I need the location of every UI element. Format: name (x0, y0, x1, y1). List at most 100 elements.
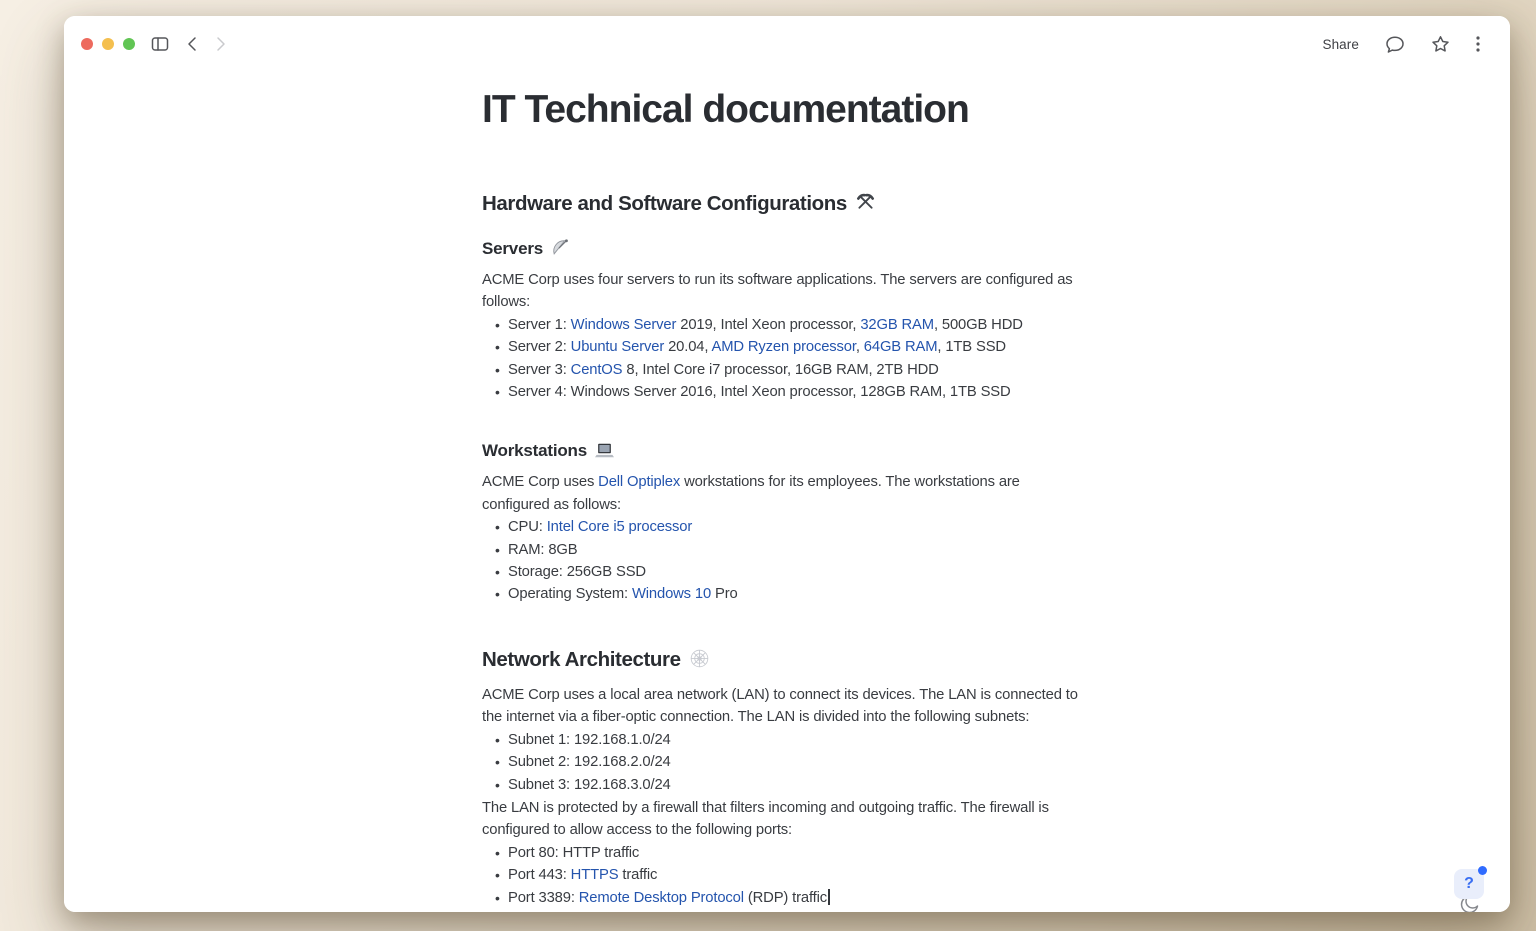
list-item: Server 4: Windows Server 2016, Intel Xeo… (482, 381, 1510, 403)
inline-text: Port 3389: (508, 890, 579, 906)
app-window: Share IT Technical documentation Hardwar… (64, 16, 1510, 912)
inline-link[interactable]: HTTPS (571, 867, 619, 883)
help-button-label: ? (1464, 875, 1474, 893)
zoom-button[interactable] (123, 38, 135, 50)
inline-text: Pro (711, 586, 738, 602)
traffic-lights (81, 38, 135, 50)
inline-text: Server 2: (508, 339, 571, 355)
hammer-and-pick-emoji (855, 192, 876, 220)
workstations-list: CPU: Intel Core i5 processor RAM: 8GB St… (482, 516, 1510, 606)
satellite-antenna-emoji (551, 238, 570, 263)
list-item: Server 3: CentOS 8, Intel Core i7 proces… (482, 359, 1510, 381)
ports-list: Port 80: HTTP traffic Port 443: HTTPS tr… (482, 842, 1510, 909)
more-options-button[interactable] (1476, 36, 1480, 52)
list-item: CPU: Intel Core i5 processor (482, 516, 1510, 538)
inline-text: , 1TB SSD (937, 339, 1006, 355)
inline-text: 8, Intel Core i7 processor, 16GB RAM, 2T… (622, 362, 938, 378)
inline-link[interactable]: Dell Optiplex (598, 474, 680, 490)
heading-hardware-text: Hardware and Software Configurations (482, 192, 847, 215)
inline-text: CPU: (508, 519, 547, 535)
inline-text: (RDP) traffic (744, 890, 827, 906)
inline-text: Server 3: (508, 362, 571, 378)
inline-link[interactable]: 64GB RAM (864, 339, 938, 355)
nav-buttons (186, 36, 227, 52)
servers-list: Server 1: Windows Server 2019, Intel Xeo… (482, 314, 1510, 404)
inline-link[interactable]: Windows Server (571, 317, 677, 333)
inline-text: ACME Corp uses four servers to run its s… (482, 272, 1073, 288)
inline-text: traffic (618, 867, 657, 883)
inline-text: ACME Corp uses a local area network (LAN… (482, 687, 1078, 703)
heading-hardware: Hardware and Software Configurations (482, 190, 1510, 220)
inline-text: follows: (482, 294, 530, 310)
firewall-paragraph: The LAN is protected by a firewall that … (482, 797, 1510, 842)
heading-network-text: Network Architecture (482, 648, 681, 671)
servers-intro: ACME Corp uses four servers to run its s… (482, 269, 1510, 314)
star-button[interactable] (1431, 35, 1450, 53)
inline-text: , (856, 339, 864, 355)
inline-text: Port 80: HTTP traffic (508, 845, 639, 861)
help-button[interactable]: ? (1454, 869, 1484, 899)
page-title: IT Technical documentation (482, 86, 1510, 134)
inline-link[interactable]: Windows 10 (632, 586, 711, 602)
titlebar-actions: Share (1322, 35, 1480, 54)
list-item: Subnet 1: 192.168.1.0/24 (482, 729, 1510, 751)
list-item: Port 443: HTTPS traffic (482, 864, 1510, 886)
heading-network: Network Architecture (482, 646, 1510, 676)
inline-text: configured to allow access to the follow… (482, 822, 792, 838)
list-item: Operating System: Windows 10 Pro (482, 583, 1510, 605)
more-vertical-icon (1476, 36, 1480, 52)
inline-text: configured as follows: (482, 497, 621, 513)
titlebar: Share (64, 16, 1510, 72)
notification-dot (1478, 866, 1487, 875)
inline-text: Subnet 1: 192.168.1.0/24 (508, 732, 671, 748)
list-item: Server 1: Windows Server 2019, Intel Xeo… (482, 314, 1510, 336)
inline-text: Subnet 2: 192.168.2.0/24 (508, 754, 671, 770)
back-button[interactable] (186, 36, 198, 52)
inline-text: workstations for its employees. The work… (680, 474, 1020, 490)
inline-text: the internet via a fiber-optic connectio… (482, 709, 1029, 725)
heading-workstations: Workstations (482, 439, 1510, 465)
list-item: Server 2: Ubuntu Server 20.04, AMD Ryzen… (482, 336, 1510, 358)
inline-link[interactable]: Ubuntu Server (571, 339, 664, 355)
inline-text: , 500GB HDD (934, 317, 1023, 333)
subnets-list: Subnet 1: 192.168.1.0/24 Subnet 2: 192.1… (482, 729, 1510, 796)
heading-workstations-text: Workstations (482, 441, 587, 460)
list-item: Subnet 3: 192.168.3.0/24 (482, 774, 1510, 796)
document-canvas[interactable]: IT Technical documentation Hardware and … (64, 72, 1510, 912)
list-item: RAM: 8GB (482, 539, 1510, 561)
spider-web-emoji (689, 648, 710, 676)
inline-text: ACME Corp uses (482, 474, 598, 490)
inline-text: Server 1: (508, 317, 571, 333)
network-intro: ACME Corp uses a local area network (LAN… (482, 684, 1510, 729)
laptop-emoji (595, 442, 614, 465)
sidebar-toggle-icon[interactable] (151, 36, 169, 52)
forward-button[interactable] (215, 36, 227, 52)
workstations-intro: ACME Corp uses Dell Optiplex workstation… (482, 471, 1510, 516)
inline-text: 20.04, (664, 339, 711, 355)
close-button[interactable] (81, 38, 93, 50)
minimize-button[interactable] (102, 38, 114, 50)
inline-text: The LAN is protected by a firewall that … (482, 800, 1049, 816)
share-button[interactable]: Share (1322, 37, 1359, 52)
inline-text: RAM: 8GB (508, 542, 578, 558)
comment-bubble-icon (1385, 35, 1405, 54)
heading-servers: Servers (482, 237, 1510, 263)
inline-link[interactable]: CentOS (571, 362, 623, 378)
inline-text: Server 4: Windows Server 2016, Intel Xeo… (508, 384, 1011, 400)
inline-text: Subnet 3: 192.168.3.0/24 (508, 777, 671, 793)
inline-text: Storage: 256GB SSD (508, 564, 646, 580)
inline-text: 2019, Intel Xeon processor, (676, 317, 860, 333)
inline-link[interactable]: Remote Desktop Protocol (579, 890, 744, 906)
star-icon (1431, 35, 1450, 53)
comment-button[interactable] (1385, 35, 1405, 54)
inline-link[interactable]: AMD Ryzen processor (711, 339, 855, 355)
list-item: Subnet 2: 192.168.2.0/24 (482, 751, 1510, 773)
inline-text: Operating System: (508, 586, 632, 602)
heading-servers-text: Servers (482, 239, 543, 258)
inline-link[interactable]: 32GB RAM (860, 317, 934, 333)
text-cursor (828, 889, 830, 905)
inline-text: Port 443: (508, 867, 571, 883)
list-item: Storage: 256GB SSD (482, 561, 1510, 583)
list-item: Port 3389: Remote Desktop Protocol (RDP)… (482, 887, 1510, 909)
inline-link[interactable]: Intel Core i5 processor (547, 519, 692, 535)
